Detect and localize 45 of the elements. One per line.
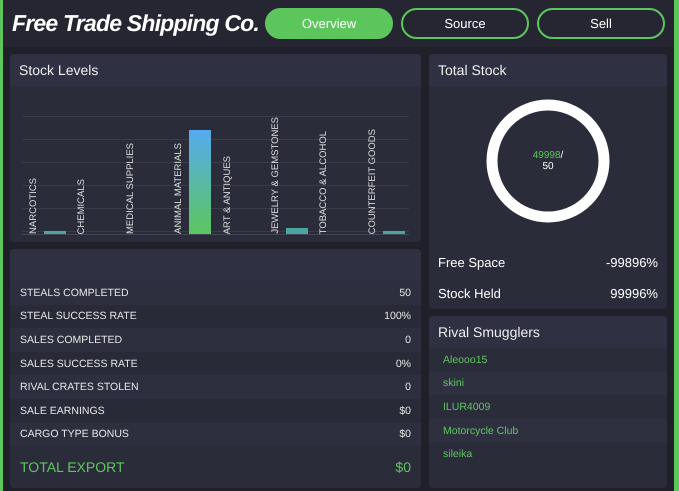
- card-title: Rival Smugglers: [438, 324, 540, 340]
- category-label: NARCOTICS: [28, 178, 39, 234]
- stat-value: 0: [405, 334, 411, 346]
- rival-name: sileika: [443, 448, 472, 460]
- used-count: 49998: [532, 150, 561, 161]
- rival-name: Motorcycle Club: [443, 424, 518, 437]
- category-label: JEWELRY & GEMSTONES: [270, 117, 281, 234]
- stat-value: $0: [399, 404, 411, 417]
- info-value: 99996%: [610, 286, 658, 301]
- category-label: ANIMAL MATERIALS: [173, 143, 184, 234]
- category-label: TOBACCO & ALCOHOL: [318, 130, 330, 234]
- stat-label: SALE EARNINGS: [20, 404, 105, 417]
- info-value: -99896%: [606, 255, 658, 270]
- total-label: TOTAL EXPORT: [20, 459, 125, 476]
- total-value: $0: [395, 459, 411, 476]
- rival-name: Aleooo15: [443, 354, 488, 366]
- logo-text: Free Trade Shipping Co.: [12, 10, 259, 37]
- stat-label: STEALS COMPLETED: [20, 286, 129, 299]
- stat-label: CARGO TYPE BONUS: [20, 428, 129, 440]
- category-label: MEDICAL SUPPLIES: [124, 143, 136, 234]
- nav-tab[interactable]: Source: [401, 8, 529, 39]
- stock-bar: [382, 231, 405, 234]
- card-title: Total Stock: [438, 62, 506, 78]
- capacity-count: 50: [542, 161, 554, 172]
- rival-name: skini: [443, 377, 464, 390]
- stat-value: 0: [405, 381, 411, 394]
- stat-label: RIVAL CRATES STOLEN: [20, 381, 139, 394]
- info-label: Stock Held: [438, 286, 501, 301]
- nav-tab[interactable]: Sell: [537, 8, 665, 39]
- info-label: Free Space: [438, 255, 506, 270]
- category-label: COUNTERFEIT GOODS: [366, 128, 378, 234]
- stock-bar: [44, 231, 66, 234]
- category-label: ART & ANTIQUES: [222, 156, 232, 234]
- stat-value: 0%: [396, 358, 411, 370]
- category-label: CHEMICALS: [76, 178, 88, 234]
- rival-name: ILUR4009: [443, 400, 490, 413]
- stat-value: 100%: [384, 310, 411, 322]
- stock-bar: [286, 228, 308, 234]
- stat-value: 50: [399, 286, 411, 299]
- stat-label: STEAL SUCCESS RATE: [20, 310, 137, 322]
- separator: /: [560, 150, 564, 161]
- stat-label: SALES COMPLETED: [20, 334, 122, 346]
- stat-label: SALES SUCCESS RATE: [20, 358, 138, 370]
- card-title: Stock Levels: [19, 62, 98, 78]
- stat-value: $0: [399, 428, 411, 440]
